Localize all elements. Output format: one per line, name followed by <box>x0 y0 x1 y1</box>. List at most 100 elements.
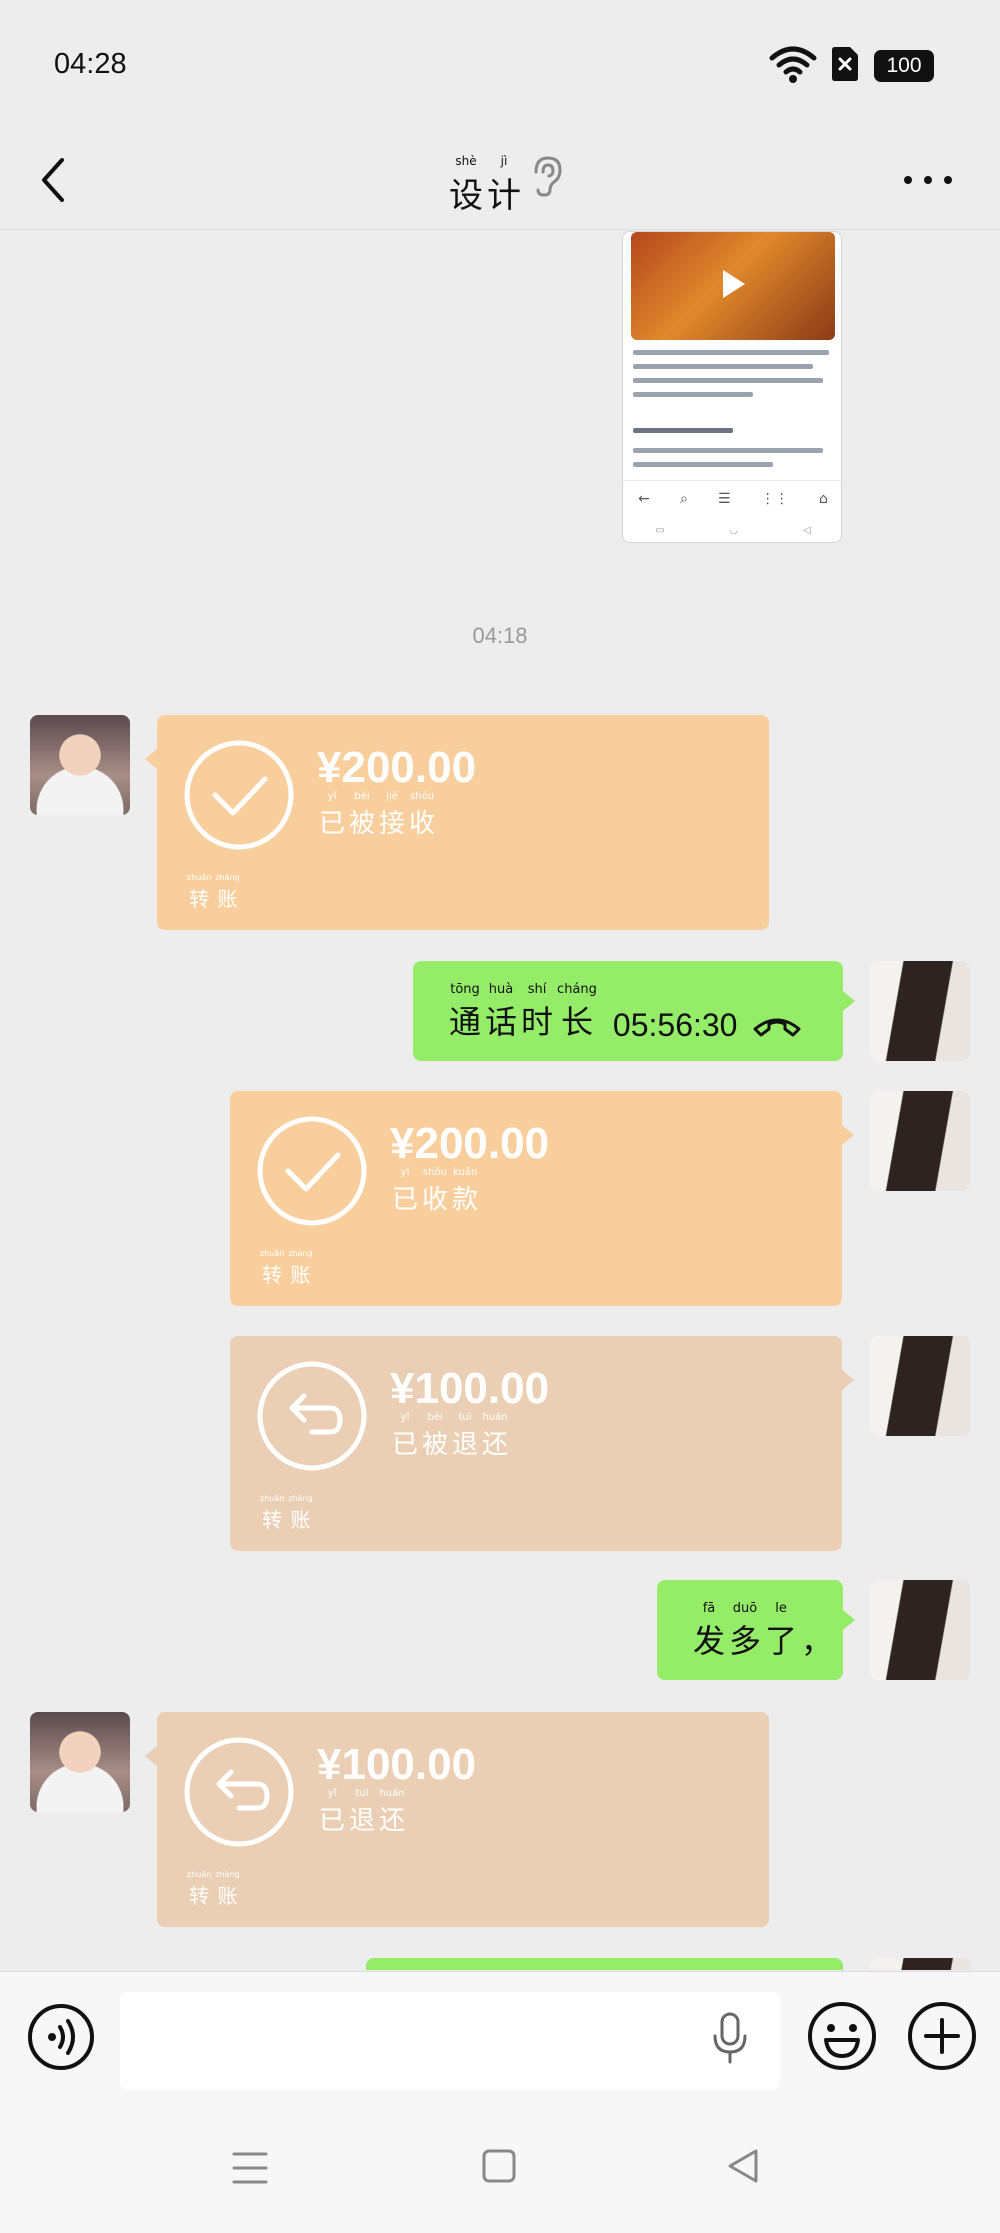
pinyin-annotation: zhuǎn <box>260 1249 285 1258</box>
transfer-refunded-card[interactable]: ¥100.00 yǐ 已 bèi 被 tuì 退 huán 还 zhuǎn 转 zhàng 账 <box>230 1336 854 1551</box>
hanzi-character: 退 <box>349 1806 376 1836</box>
pinyin-annotation: jì <box>500 154 508 168</box>
ear-icon <box>534 156 562 197</box>
status-bar: 04:28 100 <box>0 0 1000 130</box>
pinyin-annotation: tōng <box>450 982 480 997</box>
hanzi-character: 长 <box>560 1003 593 1041</box>
ruby-character: jiē 接 <box>379 791 405 840</box>
checkmark-circle-icon <box>184 740 294 850</box>
hanzi-character: 收 <box>409 809 436 839</box>
menu-icon[interactable] <box>230 2149 270 2187</box>
emoji-icon[interactable] <box>806 2000 878 2072</box>
ruby-character: huán 还 <box>482 1412 508 1461</box>
transfer-label: zhuǎn 转 zhàng 账 <box>258 1249 315 1288</box>
hanzi-character: 接 <box>379 809 406 839</box>
hanzi-character: 通 <box>449 1003 482 1041</box>
wifi-icon <box>769 46 817 83</box>
ruby-character: zhuǎn 转 <box>260 1494 284 1533</box>
pinyin-annotation: zhuǎn <box>260 1494 285 1503</box>
ruby-character: yǐ 已 <box>392 1412 418 1461</box>
hanzi-character: 已 <box>392 1185 419 1215</box>
plus-icon[interactable] <box>906 2000 978 2072</box>
chat-messages[interactable]: ← ⌕ ☰ ⋮⋮ ⌂ ▭ ◡ ◁ 04:18 ¥200.00 yǐ 已 bèi 被 ji… <box>0 231 1000 1970</box>
battery-icon: 100 <box>874 50 934 82</box>
ruby-character: zhuǎn 转 <box>260 1249 284 1288</box>
transfer-received-card[interactable]: ¥200.00 yǐ 已 bèi 被 jiē 接 shōu 收 zhuǎn 转 zhàng 账 <box>145 715 769 930</box>
ruby-character: zhuǎn 转 <box>187 873 211 912</box>
my-avatar[interactable] <box>870 1336 970 1436</box>
my-avatar[interactable] <box>870 1580 970 1680</box>
text-message-bubble[interactable]: fā 发 duō 多 le 了 ， <box>657 1580 855 1680</box>
hanzi-character: 已 <box>319 1806 346 1836</box>
transfer-sent-card[interactable]: ¥200.00 yǐ 已 shōu 收 kuǎn 款 zhuǎn 转 zhàng 账 <box>230 1091 854 1306</box>
back-arrow-icon[interactable] <box>34 150 74 210</box>
transfer-amount: ¥200.00 <box>317 743 477 792</box>
pinyin-annotation: huán <box>482 1412 508 1423</box>
call-duration-label: tōng 通 huà 话 shí 时 cháng 长 <box>447 983 599 1043</box>
message-input[interactable] <box>120 1992 780 2090</box>
checkmark-circle-icon <box>257 1116 367 1226</box>
hanzi-character: 账 <box>217 1884 238 1908</box>
pinyin-annotation: jiē <box>386 791 398 802</box>
hanzi-character: 已 <box>392 1430 419 1460</box>
hanzi-character: 已 <box>319 809 346 839</box>
pinyin-annotation: zhàng <box>215 873 240 882</box>
pinyin-annotation: tuì <box>458 1412 472 1423</box>
my-avatar[interactable] <box>870 1958 970 1970</box>
call-duration-bubble[interactable]: tōng 通 huà 话 shí 时 cháng 长 05:56:30 <box>413 961 855 1061</box>
ruby-character: tōng 通 <box>449 983 481 1043</box>
pinyin-annotation: zhuǎn <box>187 1870 212 1879</box>
message-input-bar <box>0 1971 1000 2101</box>
ruby-character: huà 话 <box>485 983 517 1043</box>
hanzi-character: 被 <box>349 809 376 839</box>
pinyin-annotation: kuǎn <box>452 1167 478 1178</box>
contact-avatar[interactable] <box>30 1712 130 1812</box>
ruby-character: yǐ 已 <box>392 1167 418 1216</box>
pinyin-annotation: zhuǎn <box>187 873 212 882</box>
chat-title: shè 设 jì 计 <box>430 154 540 216</box>
hanzi-character: 账 <box>290 1263 311 1287</box>
contact-avatar[interactable] <box>30 715 130 815</box>
transfer-amount: ¥100.00 <box>317 1740 477 1789</box>
pinyin-annotation: huà <box>488 982 514 997</box>
play-icon <box>723 270 745 298</box>
transfer-returned-card[interactable]: ¥100.00 yǐ 已 tuì 退 huán 还 zhuǎn 转 zhàng 账 <box>145 1712 769 1927</box>
phone-hangup-icon <box>753 1018 801 1037</box>
ruby-character: shí 时 <box>521 983 553 1043</box>
partial-message-bubble[interactable] <box>366 1958 843 1970</box>
hanzi-character: 退 <box>452 1430 479 1460</box>
system-nav-bar <box>0 2101 1000 2233</box>
pinyin-annotation: le <box>775 1601 787 1616</box>
ruby-character: zhàng 账 <box>288 1494 312 1533</box>
my-avatar[interactable] <box>870 1091 970 1191</box>
home-icon[interactable] <box>480 2147 518 2185</box>
ruby-character: kuǎn 款 <box>452 1167 478 1216</box>
pinyin-annotation: fā <box>702 1601 716 1616</box>
hanzi-character: 还 <box>379 1806 406 1836</box>
ruby-character: le 了 <box>765 1602 797 1662</box>
ruby-character: zhàng 账 <box>215 873 239 912</box>
ruby-character: fā 发 <box>693 1602 725 1662</box>
ruby-character: bèi 被 <box>422 1412 448 1461</box>
hanzi-character: ， <box>801 1622 834 1660</box>
my-avatar[interactable] <box>870 961 970 1061</box>
hanzi-character: 收 <box>422 1185 449 1215</box>
pinyin-annotation: zhàng <box>288 1494 313 1503</box>
hanzi-character: 还 <box>482 1430 509 1460</box>
screenshot-nav-bar: ← ⌕ ☰ ⋮⋮ ⌂ <box>623 480 841 516</box>
microphone-icon[interactable] <box>712 2012 748 2064</box>
return-arrow-circle-icon <box>184 1737 294 1847</box>
ruby-character: tuì 退 <box>452 1412 478 1461</box>
ruby-character: cháng 长 <box>557 983 597 1043</box>
screenshot-system-bar: ▭ ◡ ◁ <box>655 524 811 536</box>
hanzi-character: 了 <box>765 1622 798 1660</box>
transfer-label: zhuǎn 转 zhàng 账 <box>185 1870 242 1909</box>
ruby-character: zhàng 账 <box>215 1870 239 1909</box>
voice-mode-icon[interactable] <box>26 2002 96 2072</box>
shared-screenshot-image[interactable]: ← ⌕ ☰ ⋮⋮ ⌂ ▭ ◡ ◁ <box>622 231 842 543</box>
ruby-character: bèi 被 <box>349 791 375 840</box>
hanzi-character: 话 <box>485 1003 518 1041</box>
ruby-character: yǐ 已 <box>319 1788 345 1837</box>
more-options-icon[interactable] <box>898 160 958 200</box>
back-triangle-icon[interactable] <box>724 2147 762 2185</box>
